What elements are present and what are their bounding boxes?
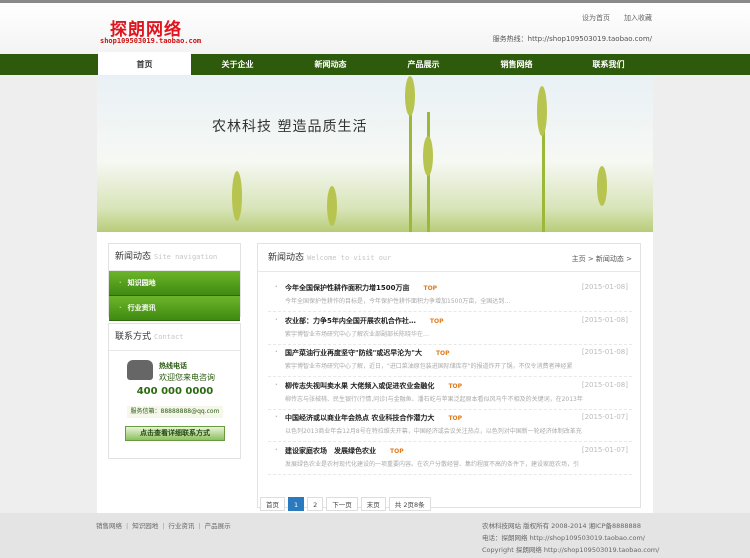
top-badge: TOP (390, 447, 404, 455)
news-date: [2015-01-07] (581, 445, 628, 454)
pagination: 首页 1 2 下一页 末页共 2页8条 (260, 497, 434, 511)
news-title-link[interactable]: 柳传志失视叫卖水果 大佬频入或促进农业金融化TOP (275, 381, 463, 391)
main-nav: 首页 关于企业 新闻动态 产品展示 销售网络 联系我们 (0, 52, 750, 75)
top-badge: TOP (435, 350, 450, 357)
news-title-link[interactable]: 建设家庭农场 发展绿色农业TOP (275, 446, 404, 456)
news-summary: 柳传志与张械桃、民生银行(行情,问诊)与金融鱼、潘石屹与苹果泛起原本看似风马牛不… (285, 395, 583, 403)
breadcrumb[interactable]: 主页 > 新闻动态 > (572, 254, 632, 264)
hotline-label: 热线电话 (159, 362, 187, 370)
view-contact-button[interactable]: 点击查看详细联系方式 (125, 426, 225, 441)
news-summary: 发展绿色农业是农村现代化建设的一项重要内容。在农户分散经营、集约程度不高的条件下… (285, 460, 580, 468)
news-item: 建设家庭农场 发展绿色农业TOP [2015-01-07]发展绿色农业是农村现代化… (268, 443, 632, 475)
news-date: [2015-01-08] (581, 283, 628, 291)
footer-copyright-2: Copyright 探朗网络 http://shop109503019.taob… (482, 546, 660, 554)
news-date: [2015-01-08] (581, 380, 628, 389)
footer-link-sales[interactable]: 销售网络 (96, 522, 122, 530)
set-homepage-link[interactable]: 设为首页 (582, 14, 610, 22)
wheat-icon (597, 166, 607, 206)
header: 探朗网络 shop109503019.taobao.com 设为首页 加入收藏 服… (0, 3, 750, 54)
contact-title: 联系方式 (115, 332, 152, 342)
page-2[interactable]: 2 (307, 497, 324, 511)
contact-box: 联系方式 Contact 热线电话 欢迎您来电咨询 400 000 0000 服务… (108, 323, 241, 459)
wheat-icon (537, 86, 547, 136)
footer-copyright: 农林科技网站 版权所有 2008-2014 湘ICP备8888888 (482, 522, 641, 530)
wheat-icon (232, 171, 242, 221)
banner: 农林科技 塑造品质生活 (97, 76, 653, 232)
news-list-box: 新闻动态Welcome to visit our 主页 > 新闻动态 > 今年全… (257, 243, 641, 511)
footer: 销售网络 | 知识园地 | 行业资讯 | 产品展示 农林科技网站 版权所有 2008-201… (0, 513, 750, 558)
sidebar-item-industry[interactable]: 行业资讯 (109, 296, 240, 321)
nav-news[interactable]: 新闻动态 (284, 54, 377, 75)
news-summary: 紫宇博智业市场研究中心了解，近日，"进口菜油原包装进国际储库存"的报道炸开了锅，… (285, 363, 573, 370)
logo-url: shop109503019.taobao.com (100, 37, 202, 45)
news-title-link[interactable]: 农业部：力争5年内全国开展农机合作社…TOP (275, 316, 444, 326)
news-title: 新闻动态 (268, 253, 305, 263)
contact-subtitle: Contact (154, 333, 184, 341)
news-nav-title: 新闻动态 (115, 252, 152, 262)
nav-contact[interactable]: 联系我们 (562, 54, 655, 75)
page-1[interactable]: 1 (288, 497, 305, 511)
footer-link-products[interactable]: 产品展示 (205, 522, 231, 530)
nav-sales[interactable]: 销售网络 (470, 54, 563, 75)
content-area: 新闻动态Site navigation 知识园地 行业资讯 联系方式Contac… (97, 232, 653, 513)
top-badge: TOP (429, 317, 444, 325)
page-total: 共 2页8条 (388, 497, 431, 511)
wheat-icon (405, 76, 415, 116)
news-summary: 紫宇博智业市场研究中心了解农业部副部长陈晓华在… (285, 330, 430, 338)
footer-tel: 电话：探朗网络 http://shop109503019.taobao.com/ (482, 534, 645, 542)
page-next[interactable]: 下一页 (326, 497, 358, 511)
telephone-icon (127, 360, 153, 380)
news-item: 今年全国保护性耕作面积力增1500万亩TOP [2015-01-08] 今年全国保护… (268, 280, 632, 312)
service-email: 服务信箱：88888888@qq.com (127, 406, 223, 418)
news-date: [2015-01-07] (581, 413, 628, 421)
top-badge: TOP (448, 415, 463, 422)
news-date: [2015-01-08] (581, 348, 628, 356)
news-title-link[interactable]: 今年全国保护性耕作面积力增1500万亩TOP (275, 283, 438, 293)
news-item: 柳传志失视叫卖水果 大佬频入或促进农业金融化TOP [2015-01-08] 柳传志… (268, 378, 632, 410)
news-item: 农业部：力争5年内全国开展农机合作社…TOP [2015-01-08] 紫宇博智业市… (268, 313, 632, 345)
sidebar-item-knowledge[interactable]: 知识园地 (109, 271, 240, 296)
wheat-icon (327, 186, 337, 226)
nav-about[interactable]: 关于企业 (191, 54, 284, 75)
page-last[interactable]: 末页 (360, 497, 386, 511)
footer-link-industry[interactable]: 行业资讯 (168, 522, 194, 530)
top-badge: TOP (448, 382, 463, 390)
hotline: 服务热线：http://shop109503019.taobao.com/ (492, 35, 652, 43)
news-item: 国产菜油行业再度坚守"防线"或迟早沦为"大TOP [2015-01-08] 紫宇博智… (268, 345, 632, 377)
news-date: [2015-01-08] (581, 315, 628, 324)
news-nav-subtitle: Site navigation (154, 253, 218, 261)
top-badge: TOP (423, 285, 438, 292)
news-nav-box: 新闻动态Site navigation 知识园地 行业资讯 (108, 243, 241, 321)
news-subtitle: Welcome to visit our (307, 254, 392, 262)
wheat-icon (423, 136, 433, 176)
phone-number: 400 000 0000 (136, 386, 214, 397)
banner-slogan: 农林科技 塑造品质生活 (212, 119, 368, 135)
news-summary: 今年全国保护性耕作的目标是，今年保护性耕作面积力争增加1500万亩，全国达到… (285, 298, 511, 305)
nav-products[interactable]: 产品展示 (377, 54, 470, 75)
footer-link-knowledge[interactable]: 知识园地 (132, 522, 158, 530)
news-title-link[interactable]: 国产菜油行业再度坚守"防线"或迟早沦为"大TOP (275, 348, 450, 358)
news-summary: 以色列2013商业年会12月8号在特拉维夫开幕，中国经济或会议关注热点，以色列对… (285, 428, 582, 435)
page-first[interactable]: 首页 (260, 497, 285, 511)
news-title-link[interactable]: 中国经济或以商业年会热点 农业科技合作潜力大TOP (275, 413, 463, 423)
nav-home[interactable]: 首页 (98, 52, 191, 75)
welcome-text: 欢迎您来电咨询 (159, 373, 215, 382)
news-item: 中国经济或以商业年会热点 农业科技合作潜力大TOP [2015-01-07] 以色列… (268, 410, 632, 442)
add-favorite-link[interactable]: 加入收藏 (624, 14, 652, 22)
